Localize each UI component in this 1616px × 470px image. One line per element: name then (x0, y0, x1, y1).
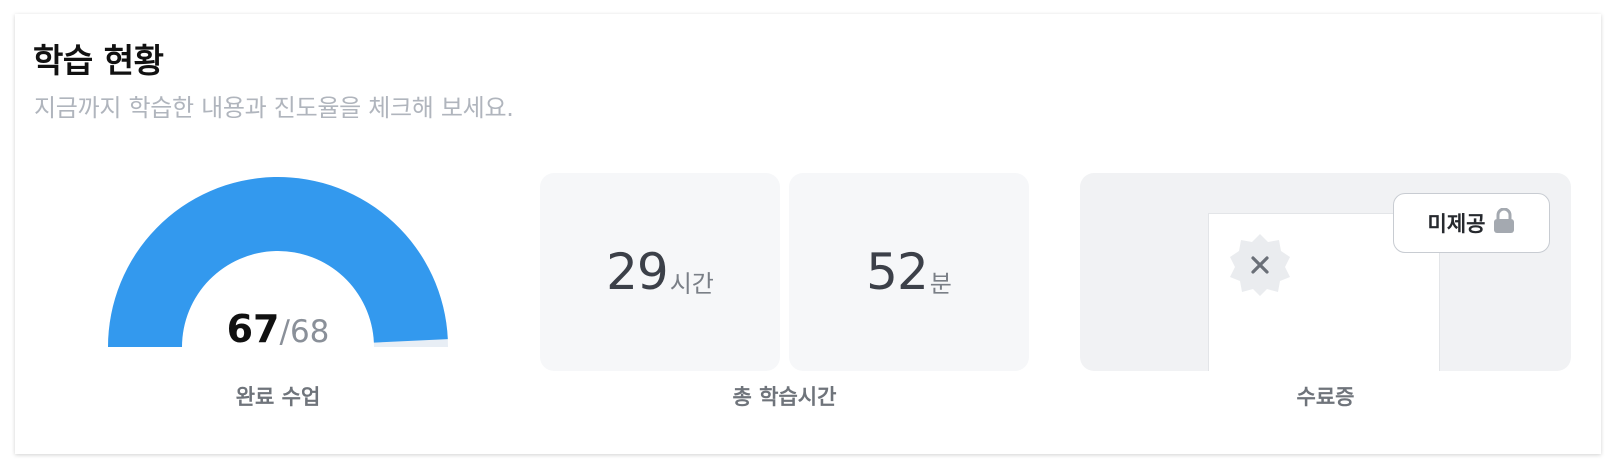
study-hours-box: 29 시간 (540, 173, 780, 371)
page-title: 학습 현황 (33, 41, 164, 80)
study-minutes-unit: 분 (929, 269, 952, 298)
total-count: /68 (279, 314, 330, 350)
page-subtitle: 지금까지 학습한 내용과 진도율을 체크해 보세요. (34, 94, 514, 122)
study-minutes-value: 52 (866, 243, 929, 301)
completed-count: 67 (226, 307, 280, 351)
study-minutes-box: 52 분 (789, 173, 1029, 371)
learning-status-card: 학습 현황 지금까지 학습한 내용과 진도율을 체크해 보세요. 67/68 완… (15, 14, 1601, 454)
study-time-label: 총 학습시간 (732, 385, 837, 409)
progress-gauge: 67/68 (100, 169, 456, 379)
study-hours-value: 29 (606, 243, 669, 301)
certificate-status-badge: 미제공 (1393, 193, 1550, 253)
certificate-status-text: 미제공 (1427, 212, 1486, 236)
progress-count: 67/68 (100, 307, 456, 351)
progress-label: 완료 수업 (235, 385, 321, 409)
certificate-label: 수료증 (1296, 385, 1355, 409)
lock-icon (1493, 207, 1515, 238)
close-icon (1227, 232, 1293, 302)
study-hours-unit: 시간 (669, 269, 714, 298)
